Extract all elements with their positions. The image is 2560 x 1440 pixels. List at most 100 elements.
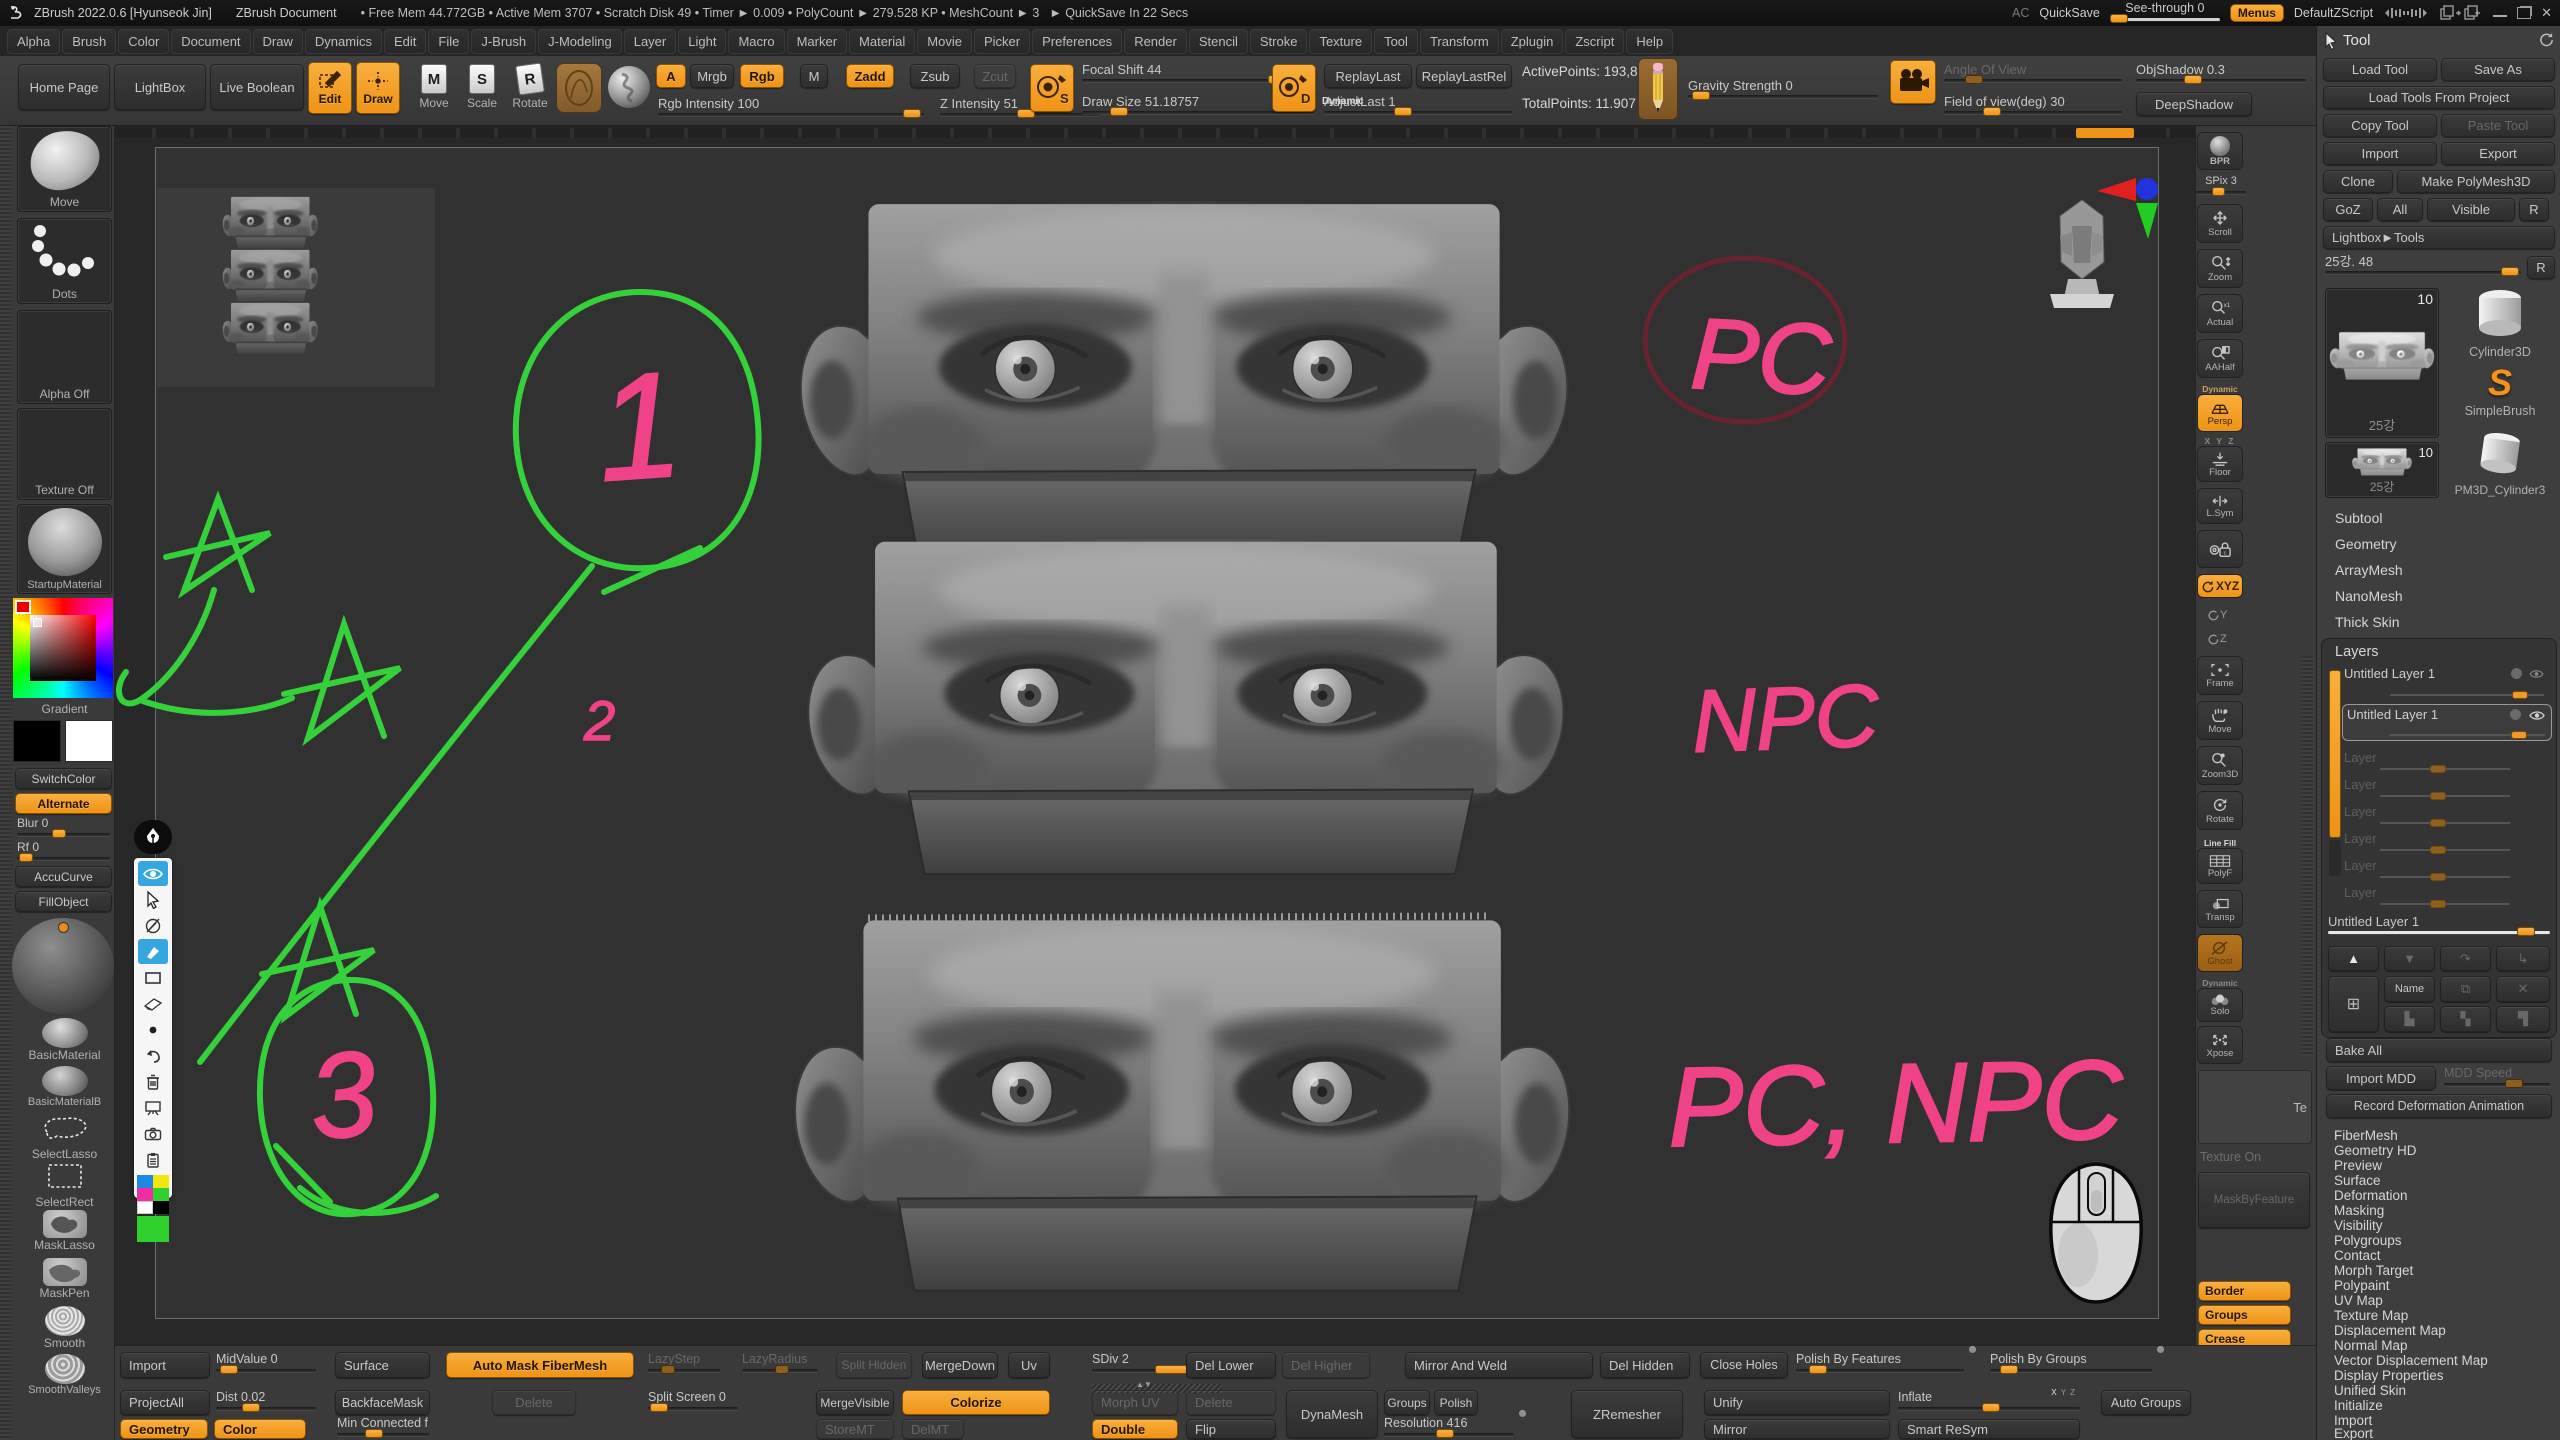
bt-polish-groups-toggle[interactable]: [2157, 1346, 2164, 1353]
section-geometryhd[interactable]: Geometry HD: [2334, 1143, 2417, 1158]
live-boolean-button[interactable]: Live Boolean: [210, 64, 304, 110]
section-subtool[interactable]: Subtool: [2335, 510, 2382, 526]
stroke-slot-button[interactable]: [608, 66, 650, 108]
section-deformation[interactable]: Deformation: [2334, 1188, 2408, 1203]
epicpen-undo-button[interactable]: [138, 1043, 168, 1068]
switch-color-button[interactable]: SwitchColor: [15, 768, 112, 789]
slider-r-button[interactable]: R: [2527, 256, 2555, 279]
menu-layer[interactable]: Layer: [624, 29, 677, 54]
bt-min-connected-slider[interactable]: Min Connected f: [337, 1416, 429, 1436]
layer-1-intensity-handle[interactable]: [2512, 691, 2528, 699]
main-color-swatch[interactable]: [13, 720, 61, 762]
section-geometry[interactable]: Geometry: [2335, 536, 2396, 552]
rotate-button[interactable]: R Rotate: [508, 64, 552, 110]
paste-tool-button[interactable]: Paste Tool: [2441, 114, 2555, 137]
select-rect-slot[interactable]: SelectRect: [17, 1162, 112, 1206]
minimize-button[interactable]: [2493, 9, 2507, 17]
bt-dynamesh-button[interactable]: DynaMesh: [1286, 1390, 1378, 1438]
section-visibility[interactable]: Visibility: [2334, 1218, 2383, 1233]
menu-zscript[interactable]: Zscript: [1565, 29, 1624, 54]
bpr-button[interactable]: BPR: [2197, 132, 2243, 170]
layer-4-handle[interactable]: [2430, 792, 2446, 800]
m-button[interactable]: M: [800, 64, 828, 88]
layer-1-eye-icon[interactable]: [2529, 669, 2544, 679]
layer-2-intensity-handle[interactable]: [2511, 731, 2527, 739]
polyf-button[interactable]: PolyF: [2197, 848, 2243, 884]
section-arraymesh[interactable]: ArrayMesh: [2335, 562, 2403, 578]
rgb-intensity-slider[interactable]: Rgb Intensity 100: [658, 96, 924, 116]
fill-object-button[interactable]: FillObject: [15, 891, 112, 912]
epicpen-whiteboard-button[interactable]: [138, 1095, 168, 1120]
bt-close-holes-button[interactable]: Close Holes: [1700, 1352, 1788, 1378]
layer-split-button[interactable]: ▚: [2440, 1006, 2491, 1032]
section-vectordisplacement[interactable]: Vector Displacement Map: [2334, 1353, 2488, 1368]
doc-pages-icons[interactable]: [2439, 5, 2483, 21]
goz-all-button[interactable]: All: [2377, 198, 2423, 221]
color-blue-swatch[interactable]: [137, 1175, 153, 1188]
floor-axes-label[interactable]: X Y Z: [2197, 436, 2243, 446]
bt-mergevisible-button[interactable]: MergeVisible: [816, 1390, 894, 1415]
menu-file[interactable]: File: [428, 29, 469, 54]
bt-del-hidden-button[interactable]: Del Hidden: [1600, 1352, 1690, 1378]
record-deformation-button[interactable]: Record Deformation Animation: [2326, 1094, 2552, 1118]
alternate-button[interactable]: Alternate: [15, 793, 112, 814]
rotate-strip-button[interactable]: Rotate: [2197, 791, 2243, 830]
menu-movie[interactable]: Movie: [917, 29, 972, 54]
layer-duplicate-button[interactable]: ⧉: [2440, 976, 2491, 1002]
bt-projectall-button[interactable]: ProjectAll: [120, 1390, 210, 1415]
layer-branch-button[interactable]: ↳: [2496, 946, 2550, 971]
groups-button-strip[interactable]: Groups: [2198, 1305, 2291, 1325]
layer-row-2-selected[interactable]: Untitled Layer 1: [2342, 704, 2552, 741]
color-white-swatch[interactable]: [137, 1201, 153, 1214]
angle-of-view-slider[interactable]: Angle Of View: [1944, 62, 2122, 82]
bt-colorize-button[interactable]: Colorize: [902, 1390, 1050, 1415]
restore-button[interactable]: [2517, 7, 2531, 19]
bt-split-hidden-button[interactable]: Split Hidden: [836, 1352, 912, 1378]
section-thickskin[interactable]: Thick Skin: [2335, 614, 2400, 630]
layer-row-1[interactable]: Untitled Layer 1: [2344, 666, 2550, 700]
section-morphtarget[interactable]: Morph Target: [2334, 1263, 2413, 1278]
solo-button[interactable]: Solo: [2197, 988, 2243, 1022]
epicpen-clipboard-button[interactable]: [138, 1147, 168, 1172]
pm3d-cylinder-slot[interactable]: PM3D_Cylinder3: [2443, 430, 2557, 498]
goz-r-button[interactable]: R: [2519, 198, 2549, 221]
menu-tool[interactable]: Tool: [1374, 29, 1418, 54]
border-button[interactable]: Border: [2198, 1281, 2291, 1301]
basic-material-slot[interactable]: BasicMaterial: [17, 1018, 112, 1062]
color-green-swatch[interactable]: [153, 1188, 169, 1201]
qxyz-button[interactable]: XYZ: [2197, 574, 2243, 598]
menu-jbrush[interactable]: J-Brush: [471, 29, 536, 54]
bt-auto-groups-button[interactable]: Auto Groups: [2101, 1390, 2191, 1415]
epicpen-badge[interactable]: [134, 820, 172, 854]
smooth-valleys-slot[interactable]: SmoothValleys: [17, 1354, 112, 1398]
section-fibermesh[interactable]: FiberMesh: [2334, 1128, 2398, 1143]
layer-merge-button[interactable]: ▙: [2384, 1006, 2435, 1032]
bt-delete1-button[interactable]: Delete: [492, 1390, 576, 1415]
bake-all-button[interactable]: Bake All: [2326, 1038, 2552, 1062]
layer-3-handle[interactable]: [2430, 765, 2446, 773]
layer-delete-button[interactable]: ✕: [2496, 976, 2550, 1002]
section-contact[interactable]: Contact: [2334, 1248, 2381, 1263]
section-polypaint[interactable]: Polypaint: [2334, 1278, 2390, 1293]
bt-flip-button[interactable]: Flip: [1186, 1419, 1276, 1439]
tablet-bars-icon[interactable]: [2383, 6, 2429, 20]
top-tick-strip-handle[interactable]: [2076, 128, 2134, 138]
section-texturemap[interactable]: Texture Map: [2334, 1308, 2408, 1323]
color-black-swatch[interactable]: [153, 1201, 169, 1214]
epicpen-current-color[interactable]: [137, 1216, 169, 1242]
import-tool-button[interactable]: Import: [2323, 142, 2437, 165]
camera-lock-button[interactable]: c: [2197, 530, 2243, 568]
bt-color-button[interactable]: Color: [214, 1419, 306, 1439]
close-button[interactable]: ✕: [2541, 5, 2552, 21]
layer-2-record-icon[interactable]: [2510, 709, 2521, 720]
bt-backfacemask-button[interactable]: BackfaceMask: [335, 1390, 430, 1415]
goz-button[interactable]: GoZ: [2323, 198, 2373, 221]
section-export[interactable]: Export: [2334, 1426, 2373, 1440]
left-scroll-strip[interactable]: [0, 126, 13, 1440]
bt-uv-button[interactable]: Uv: [1008, 1352, 1050, 1378]
layer-5-handle[interactable]: [2430, 819, 2446, 827]
bt-resolution-slider[interactable]: Resolution 416: [1384, 1416, 1514, 1436]
alpha-slot-tray[interactable]: Alpha Off: [17, 310, 112, 404]
section-displacementmap[interactable]: Displacement Map: [2334, 1323, 2446, 1338]
rgb-button[interactable]: Rgb: [740, 64, 784, 88]
